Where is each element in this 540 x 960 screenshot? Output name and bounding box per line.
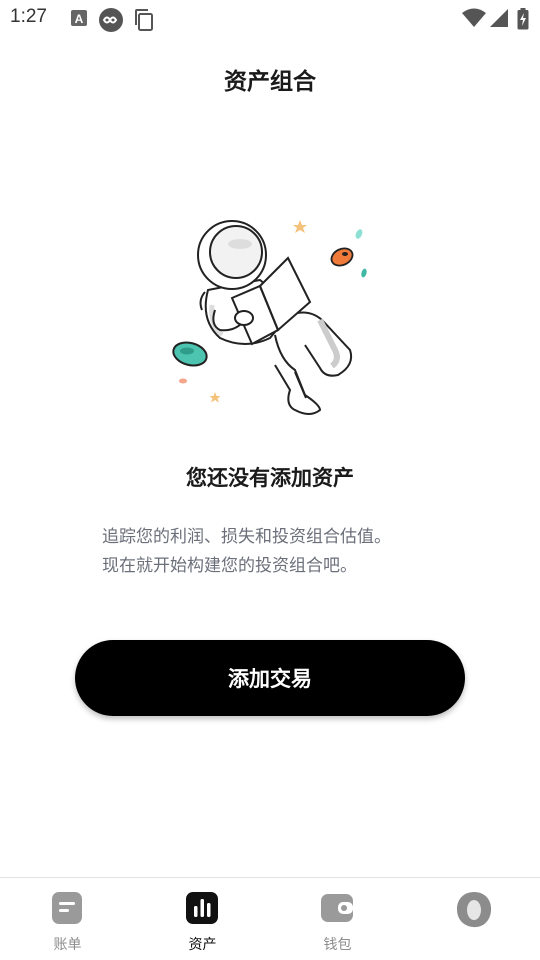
nav-label-wallet: 钱包 xyxy=(323,937,352,953)
profile-blob-icon xyxy=(455,891,492,928)
astronaut-reading-icon xyxy=(160,210,380,425)
wallet-icon xyxy=(320,891,354,925)
nav-item-assets[interactable]: 资产 xyxy=(135,878,270,960)
svg-text:A: A xyxy=(75,12,84,26)
status-bar: 1:27 A xyxy=(0,0,540,38)
nav-item-bill[interactable]: 账单 xyxy=(0,878,135,960)
bill-icon xyxy=(50,891,84,925)
add-trade-button[interactable]: 添加交易 xyxy=(75,640,465,716)
nav-label-bill: 账单 xyxy=(53,937,82,953)
bottom-nav: 账单 资产 钱包 xyxy=(0,877,540,960)
empty-state-title: 您还没有添加资产 xyxy=(186,466,354,490)
battery-charging-icon xyxy=(517,8,529,34)
copy-icon xyxy=(133,8,155,36)
empty-state-description-line1: 追踪您的利润、损失和投资组合估值。 xyxy=(102,527,391,547)
empty-state-description: 追踪您的利润、损失和投资组合估值。 现在就开始构建您的投资组合吧。 xyxy=(102,523,482,581)
nav-item-profile[interactable] xyxy=(405,878,540,960)
page-title: 资产组合 xyxy=(224,69,316,95)
infinity-app-icon xyxy=(98,8,124,36)
empty-state-description-line2: 现在就开始构建您的投资组合吧。 xyxy=(102,556,357,576)
nav-label-assets: 资产 xyxy=(188,937,217,953)
signal-icon xyxy=(489,8,509,32)
bar-chart-icon xyxy=(185,891,219,925)
status-time: 1:27 xyxy=(10,6,47,27)
nav-item-wallet[interactable]: 钱包 xyxy=(270,878,405,960)
wifi-icon xyxy=(462,8,486,32)
a-notification-icon: A xyxy=(70,8,88,32)
